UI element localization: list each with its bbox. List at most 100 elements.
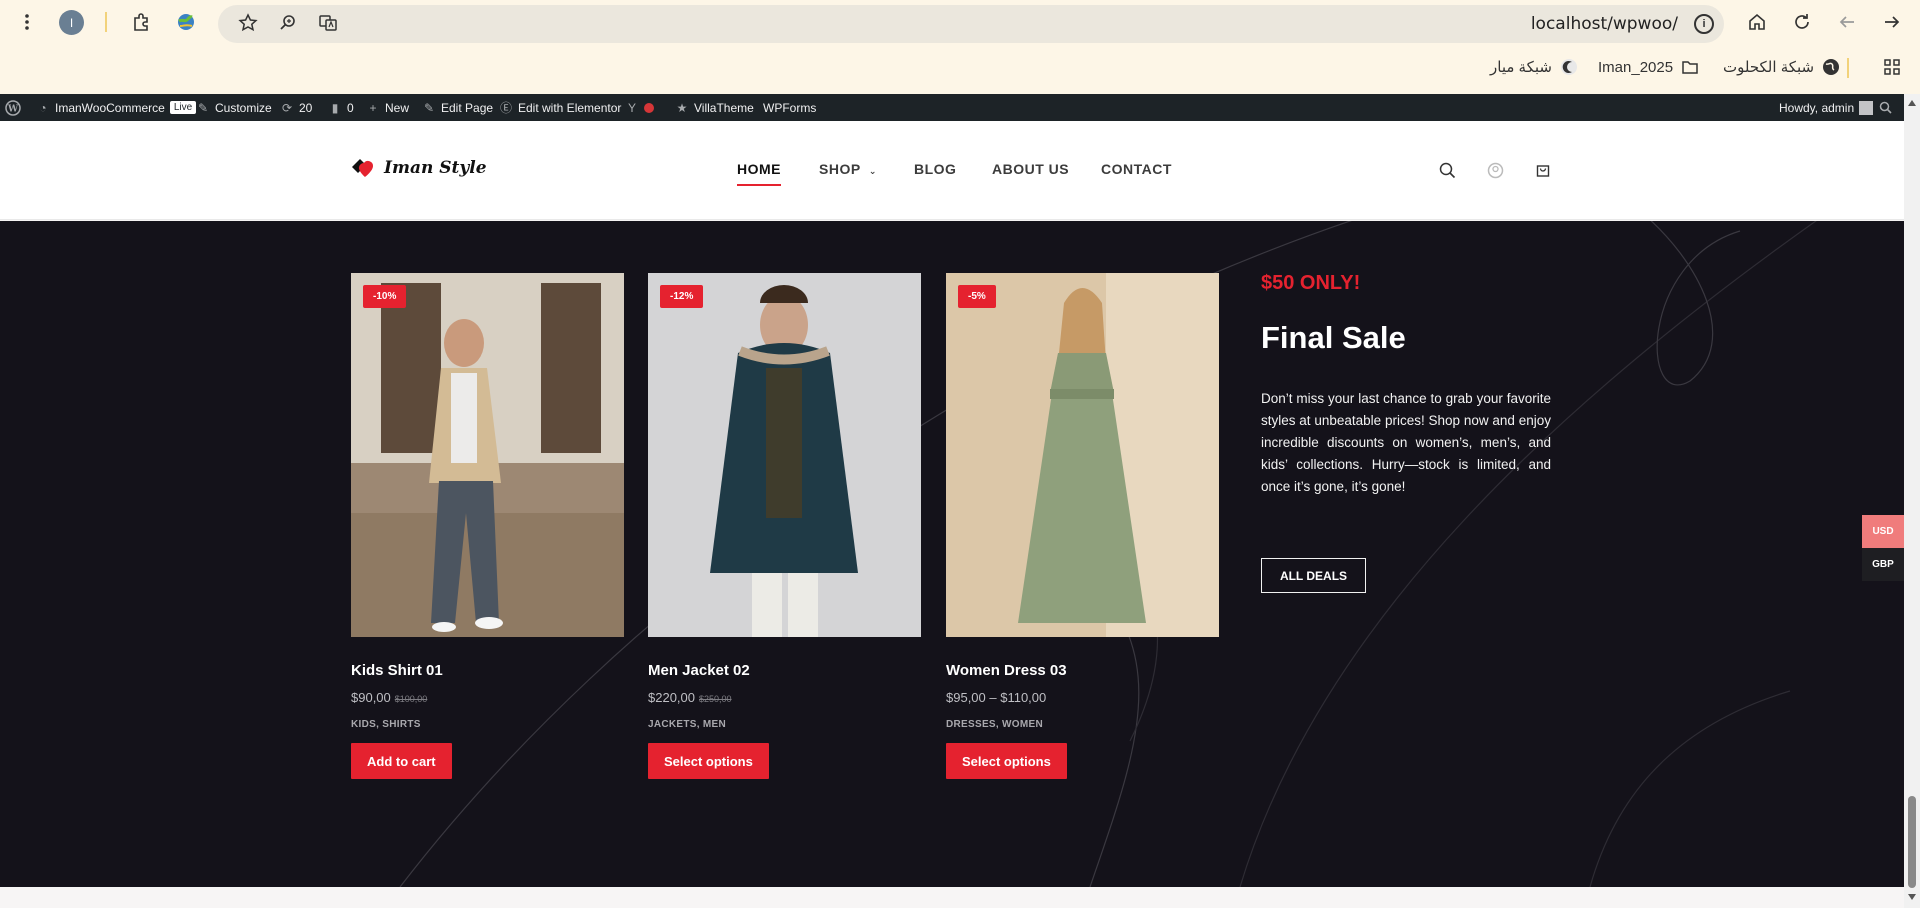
nav-shop[interactable]: SHOP ⌄	[819, 161, 877, 177]
final-sale-section: -10% Kids Shirt 01 $90,00 $100,00 KIDS, S…	[0, 221, 1904, 887]
currency-gbp[interactable]: GBP	[1862, 548, 1904, 581]
live-badge: Live	[169, 101, 197, 114]
seo-status-dot	[644, 102, 654, 113]
updates-icon: ⟳	[281, 100, 293, 115]
wp-admin-bar: W ◔ ImanWooCommerce Live ✎ Customize ⟳ 2…	[0, 94, 1904, 121]
product-price: $220,00 $250,00	[648, 690, 732, 705]
product-price: $95,00 – $110,00	[946, 690, 1047, 705]
page-footer-strip	[0, 887, 1904, 908]
admin-wpforms[interactable]: WPForms	[763, 94, 816, 121]
address-bar[interactable]: localhost/wpwoo/ i	[218, 5, 1724, 43]
bookmark-label-3: شبكة ميار	[1490, 59, 1552, 76]
yoast-icon: Y	[627, 100, 636, 115]
admin-search-icon[interactable]	[1879, 94, 1892, 121]
product-price: $90,00 $100,00	[351, 690, 428, 705]
account-icon[interactable]	[1486, 161, 1504, 179]
product-title[interactable]: Women Dress 03	[946, 662, 1067, 679]
old-price: $250,00	[699, 694, 732, 704]
bookmarks-bar: شبكة الكحلوت Iman_2025 شبكة ميار	[0, 48, 1920, 88]
back-arrow-icon[interactable]	[1834, 9, 1860, 35]
discount-badge: -5%	[958, 285, 996, 308]
discount-badge: -12%	[660, 285, 704, 308]
product-title[interactable]: Men Jacket 02	[648, 662, 750, 679]
site-logo[interactable]: Iman Style	[350, 157, 487, 179]
product-categories[interactable]: DRESSES, WOMEN	[946, 719, 1043, 730]
bookmark-star-icon[interactable]	[235, 10, 261, 36]
product-image[interactable]: -12%	[648, 273, 921, 637]
product-categories[interactable]: JACKETS, MEN	[648, 719, 726, 730]
more-menu-icon[interactable]	[14, 9, 40, 35]
bookmarks-divider	[1847, 58, 1849, 78]
product-card: -12% Men Jacket 02 $220,00 $250,00 JACKET…	[648, 273, 921, 779]
product-title[interactable]: Kids Shirt 01	[351, 662, 443, 679]
chevron-down-icon: ⌄	[868, 166, 877, 176]
product-card: -5% Women Dress 03 $95,00 – $110,00 DRES…	[946, 273, 1219, 779]
admin-site-name[interactable]: ◔ ImanWooCommerce Live	[36, 94, 197, 121]
logo-text: Iman Style	[384, 158, 487, 178]
cart-icon[interactable]	[1534, 161, 1552, 179]
elementor-icon: Ⓔ	[499, 101, 512, 115]
nav-contact[interactable]: CONTACT	[1101, 161, 1172, 177]
logo-heart-icon	[350, 157, 378, 179]
browser-toolbar: I localhost/wpwoo/ i	[0, 0, 1920, 44]
home-icon[interactable]	[1744, 9, 1770, 35]
apps-grid-icon[interactable]	[1879, 54, 1905, 80]
nav-home[interactable]: HOME	[737, 161, 781, 186]
select-options-button[interactable]: Select options	[946, 743, 1067, 779]
scrollbar-thumb[interactable]	[1908, 796, 1916, 888]
bookmark-item-3[interactable]: شبكة ميار	[1490, 56, 1578, 78]
forward-arrow-icon[interactable]	[1879, 9, 1905, 35]
currency-usd[interactable]: USD	[1862, 515, 1904, 548]
product-image[interactable]: -10%	[351, 273, 624, 637]
url-text[interactable]: localhost/wpwoo/	[1531, 14, 1678, 34]
admin-villatheme[interactable]: ★ VillaTheme	[675, 94, 754, 121]
dashboard-gauge-icon: ◔	[39, 100, 47, 115]
admin-edit-page[interactable]: ✎ Edit Page	[422, 94, 493, 121]
admin-comments[interactable]: ▮ 0	[328, 94, 354, 121]
all-deals-button[interactable]: ALL DEALS	[1261, 558, 1366, 593]
extension-globe-icon[interactable]	[173, 9, 199, 35]
translate-icon[interactable]	[315, 10, 341, 36]
scroll-up-icon[interactable]	[1908, 100, 1916, 106]
bookmark-item-1[interactable]: شبكة الكحلوت	[1723, 56, 1840, 78]
promo-description: Don’t miss your last chance to grab your…	[1261, 391, 1551, 494]
zoom-icon[interactable]	[275, 10, 301, 36]
comment-icon: ▮	[331, 100, 339, 115]
folder-icon	[1681, 58, 1699, 76]
plus-icon: +	[369, 100, 377, 115]
admin-customize[interactable]: ✎ Customize	[196, 94, 272, 121]
discount-badge: -10%	[363, 285, 407, 308]
select-options-button[interactable]: Select options	[648, 743, 769, 779]
nav-blog[interactable]: BLOG	[914, 161, 956, 177]
admin-updates[interactable]: ⟳ 20	[280, 94, 312, 121]
product-categories[interactable]: KIDS, SHIRTS	[351, 719, 421, 730]
bookmark-item-2[interactable]: Iman_2025	[1598, 56, 1699, 78]
site-info-icon[interactable]: i	[1694, 14, 1714, 34]
site-header: Iman Style HOME SHOP ⌄ BLOG ABOUT US CON…	[0, 121, 1904, 220]
site-icon	[1560, 58, 1578, 76]
admin-seo[interactable]: Y	[625, 94, 654, 121]
product-image[interactable]: -5%	[946, 273, 1219, 637]
nav-active-underline	[737, 184, 781, 186]
promo-price-tag: $50 ONLY!	[1261, 272, 1361, 294]
profile-avatar[interactable]: I	[59, 10, 84, 35]
brush-icon: ✎	[197, 100, 209, 115]
pencil-icon: ✎	[423, 100, 435, 115]
product-card: -10% Kids Shirt 01 $90,00 $100,00 KIDS, S…	[351, 273, 624, 779]
admin-account[interactable]: Howdy, admin	[1779, 94, 1874, 121]
browser-chrome: I localhost/wpwoo/ i شبكة الكحلوت Iman_2…	[0, 0, 1920, 94]
add-to-cart-button[interactable]: Add to cart	[351, 743, 452, 779]
search-icon[interactable]	[1438, 161, 1456, 179]
admin-avatar	[1859, 100, 1874, 115]
star-icon: ★	[676, 100, 688, 115]
scroll-down-icon[interactable]	[1908, 894, 1916, 900]
reload-icon[interactable]	[1789, 9, 1815, 35]
wp-logo-icon[interactable]: W	[5, 94, 21, 121]
toolbar-divider	[105, 12, 107, 32]
admin-edit-elementor[interactable]: Ⓔ Edit with Elementor	[499, 94, 621, 121]
promo-title: Final Sale	[1261, 320, 1406, 355]
extensions-icon[interactable]	[128, 9, 154, 35]
admin-new[interactable]: + New	[366, 94, 409, 121]
nav-about-us[interactable]: ABOUT US	[992, 161, 1069, 177]
page-scrollbar[interactable]	[1904, 94, 1920, 908]
